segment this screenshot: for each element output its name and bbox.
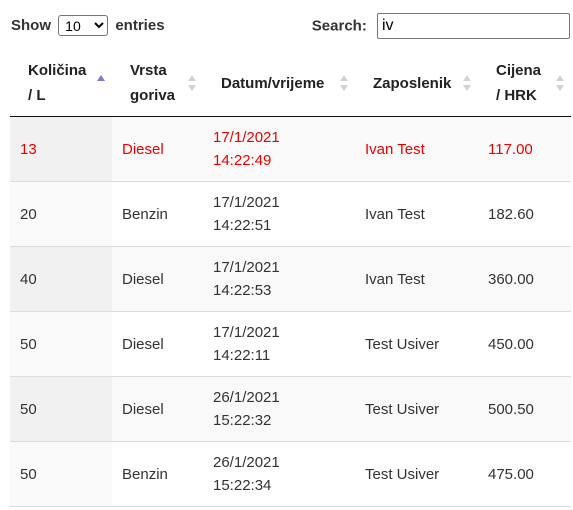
cell-datum-vrijeme: 26/1/2021 15:22:34 bbox=[203, 441, 355, 507]
entries-per-page-select[interactable]: 10 bbox=[58, 15, 109, 36]
table-row[interactable]: 50 Diesel 26/1/2021 15:22:32 Test Usiver 500.… bbox=[10, 376, 571, 442]
cell-cijena: 475.00 bbox=[478, 441, 571, 507]
sort-arrows-icon bbox=[97, 75, 106, 91]
column-header-line: goriva bbox=[130, 87, 176, 104]
page-length-control: Show 10 entries bbox=[11, 15, 165, 36]
cell-datum-vrijeme: 17/1/2021 14:22:51 bbox=[203, 181, 355, 247]
time-text: 14:22:11 bbox=[213, 347, 271, 364]
sort-arrows-icon bbox=[556, 75, 565, 91]
time-text: 14:22:51 bbox=[213, 217, 272, 234]
date-text: 17/1/2021 bbox=[213, 194, 280, 211]
column-header-line: Datum/vrijeme bbox=[221, 74, 325, 92]
cell-vrsta-goriva: Diesel bbox=[112, 376, 203, 442]
table-row[interactable]: 50 Benzin 26/1/2021 15:22:34 Test Usiver 475.… bbox=[10, 441, 571, 507]
table-controls: Show 10 entries Search: bbox=[0, 0, 573, 52]
column-header-line: Zaposlenik bbox=[373, 74, 452, 92]
table-row[interactable]: 50 Diesel 17/1/2021 14:22:11 Test Usiver 450.… bbox=[10, 311, 571, 377]
entries-label: entries bbox=[115, 17, 165, 34]
table-row[interactable]: 40 Diesel 17/1/2021 14:22:53 Ivan Test 360.00 bbox=[10, 246, 571, 312]
cell-kolicina: 20 bbox=[10, 181, 112, 247]
cell-cijena: 500.50 bbox=[478, 376, 571, 442]
fuel-records-table: Količina / L Vrsta goriva Datum/vrijeme Za… bbox=[10, 50, 571, 507]
table-header: Količina / L Vrsta goriva Datum/vrijeme Za… bbox=[10, 50, 571, 117]
cell-zaposlenik: Ivan Test bbox=[355, 181, 478, 247]
cell-vrsta-goriva: Diesel bbox=[112, 116, 203, 182]
time-text: 15:22:34 bbox=[213, 477, 272, 494]
cell-datum-vrijeme: 17/1/2021 14:22:53 bbox=[203, 246, 355, 312]
cell-datum-vrijeme: 17/1/2021 14:22:49 bbox=[203, 116, 355, 182]
column-header-line: / L bbox=[28, 87, 46, 104]
column-header-line: / HRK bbox=[496, 87, 537, 104]
date-text: 17/1/2021 bbox=[213, 324, 280, 341]
cell-datum-vrijeme: 17/1/2021 14:22:11 bbox=[203, 311, 355, 377]
cell-cijena: 450.00 bbox=[478, 311, 571, 377]
cell-kolicina: 13 bbox=[10, 116, 112, 182]
header-row: Količina / L Vrsta goriva Datum/vrijeme Za… bbox=[10, 50, 571, 117]
cell-cijena: 182.60 bbox=[478, 181, 571, 247]
cell-vrsta-goriva: Diesel bbox=[112, 311, 203, 377]
cell-datum-vrijeme: 26/1/2021 15:22:32 bbox=[203, 376, 355, 442]
cell-kolicina: 50 bbox=[10, 441, 112, 507]
column-header-line: Cijena bbox=[496, 62, 542, 79]
cell-kolicina: 50 bbox=[10, 376, 112, 442]
table-body: 13 Diesel 17/1/2021 14:22:49 Ivan Test 117.00… bbox=[10, 116, 571, 507]
table-row[interactable]: 13 Diesel 17/1/2021 14:22:49 Ivan Test 117.00 bbox=[10, 116, 571, 182]
sort-arrows-icon bbox=[340, 75, 349, 91]
date-text: 17/1/2021 bbox=[213, 259, 280, 276]
search-input[interactable] bbox=[377, 13, 570, 39]
cell-vrsta-goriva: Diesel bbox=[112, 246, 203, 312]
cell-zaposlenik: Test Usiver bbox=[355, 311, 478, 377]
cell-cijena: 360.00 bbox=[478, 246, 571, 312]
column-header-cijena[interactable]: Cijena / HRK bbox=[478, 50, 571, 117]
date-text: 17/1/2021 bbox=[213, 129, 280, 146]
sort-arrows-icon bbox=[188, 75, 197, 91]
cell-zaposlenik: Ivan Test bbox=[355, 116, 478, 182]
time-text: 14:22:53 bbox=[213, 282, 272, 299]
cell-zaposlenik: Test Usiver bbox=[355, 441, 478, 507]
column-header-kolicina[interactable]: Količina / L bbox=[10, 50, 112, 117]
table-row[interactable]: 20 Benzin 17/1/2021 14:22:51 Ivan Test 182.60 bbox=[10, 181, 571, 247]
search-control: Search: bbox=[312, 13, 570, 39]
time-text: 15:22:32 bbox=[213, 412, 272, 429]
column-header-line: Vrsta bbox=[130, 62, 167, 79]
column-header-datum-vrijeme[interactable]: Datum/vrijeme bbox=[203, 50, 355, 117]
cell-vrsta-goriva: Benzin bbox=[112, 181, 203, 247]
search-label: Search: bbox=[311, 17, 367, 35]
cell-cijena: 117.00 bbox=[478, 116, 571, 182]
cell-zaposlenik: Ivan Test bbox=[355, 246, 478, 312]
time-text: 14:22:49 bbox=[213, 152, 272, 169]
sort-arrows-icon bbox=[463, 75, 472, 91]
cell-kolicina: 40 bbox=[10, 246, 112, 312]
cell-kolicina: 50 bbox=[10, 311, 112, 377]
date-text: 26/1/2021 bbox=[213, 389, 280, 406]
column-header-zaposlenik[interactable]: Zaposlenik bbox=[355, 50, 478, 117]
cell-vrsta-goriva: Benzin bbox=[112, 441, 203, 507]
column-header-vrsta-goriva[interactable]: Vrsta goriva bbox=[112, 50, 203, 117]
column-header-line: Količina bbox=[28, 62, 87, 79]
cell-zaposlenik: Test Usiver bbox=[355, 376, 478, 442]
show-label: Show bbox=[11, 17, 51, 34]
date-text: 26/1/2021 bbox=[213, 454, 280, 471]
